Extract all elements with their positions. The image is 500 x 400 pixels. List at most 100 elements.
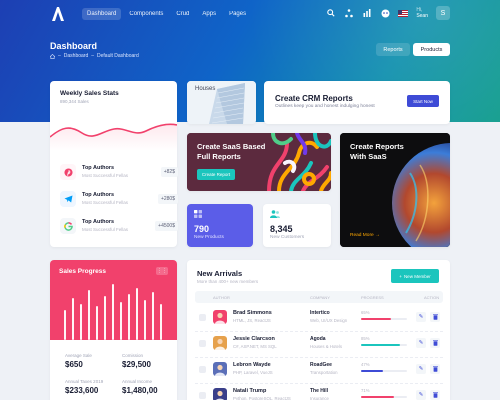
weekly-sales-subtitle: 890,344 Sales bbox=[60, 99, 89, 104]
progress-fill bbox=[361, 318, 391, 320]
table-row[interactable]: Jessie Clarcson C#, ASP.NET, MS SQL Agod… bbox=[195, 332, 443, 358]
company-name: Intertico bbox=[310, 310, 330, 316]
new-products-card[interactable]: 790 New Products bbox=[187, 204, 253, 247]
author-row[interactable]: Top Authors Most Successful Fellas +82$ bbox=[60, 161, 178, 183]
create-report-button[interactable]: Create Report bbox=[197, 169, 235, 180]
stat-value: $233,600 bbox=[65, 386, 99, 395]
stat-label: Average Sale bbox=[65, 353, 92, 358]
progress-fill bbox=[361, 370, 383, 372]
author-subtitle: Most Successful Fellas bbox=[82, 227, 129, 232]
company-name: Agoda bbox=[310, 336, 326, 342]
more-menu-icon[interactable]: ⋮⋮ bbox=[156, 267, 168, 275]
column-action[interactable]: ACTION bbox=[424, 295, 439, 300]
sales-wave-chart bbox=[50, 123, 177, 151]
edit-icon[interactable]: ✎ bbox=[416, 390, 426, 400]
top-icons: Hi, Sean S bbox=[326, 6, 450, 20]
nav-dashboard[interactable]: Dashboard bbox=[82, 8, 122, 20]
table-row[interactable]: Natali Trump Python, PostgreSQL, ReactJS… bbox=[195, 384, 443, 400]
author-name[interactable]: Lebron Wayde bbox=[233, 362, 271, 368]
stat-value: $1,480,00 bbox=[122, 386, 158, 395]
author-name[interactable]: Jessie Clarcson bbox=[233, 336, 275, 342]
author-skills: Python, PostgreSQL, ReactJS bbox=[233, 396, 291, 400]
column-company[interactable]: COMPANY bbox=[310, 295, 330, 300]
sales-progress-title: Sales Progress bbox=[59, 268, 106, 275]
search-icon[interactable] bbox=[326, 8, 336, 18]
column-progress[interactable]: PROGRESS bbox=[361, 295, 384, 300]
column-author[interactable]: AUTHOR bbox=[213, 295, 230, 300]
main-nav: Dashboard Components Crud Apps Pages bbox=[82, 8, 251, 20]
author-value-badge: +82$ bbox=[160, 167, 178, 177]
user-avatar[interactable]: S bbox=[436, 6, 450, 20]
nav-components[interactable]: Components bbox=[124, 8, 168, 20]
new-arrivals-title: New Arrivals bbox=[197, 269, 243, 278]
edit-icon[interactable]: ✎ bbox=[416, 364, 426, 374]
avatar bbox=[213, 388, 227, 400]
avatar bbox=[213, 310, 227, 324]
add-user-icon: + bbox=[399, 273, 402, 279]
breadcrumb-item[interactable]: Dashboard bbox=[64, 53, 88, 59]
table-row[interactable]: Brad Simmons HTML, JS, ReactJS Intertico… bbox=[195, 306, 443, 332]
row-checkbox[interactable] bbox=[199, 366, 206, 373]
company-name: RoadGee bbox=[310, 362, 332, 368]
stat-value: $650 bbox=[65, 360, 83, 369]
quick-actions-icon[interactable] bbox=[344, 8, 354, 18]
user-info[interactable]: Hi, Sean bbox=[416, 7, 428, 19]
users-icon bbox=[270, 210, 280, 218]
company-type: Insurance bbox=[310, 396, 329, 400]
row-checkbox[interactable] bbox=[199, 340, 206, 347]
start-now-button[interactable]: Start Now bbox=[407, 95, 439, 107]
crm-subtitle: Outlines keep you and honest indulging h… bbox=[275, 104, 375, 109]
logo-icon[interactable] bbox=[50, 6, 66, 22]
reports-button[interactable]: Reports bbox=[376, 43, 410, 56]
author-skills: HTML, JS, ReactJS bbox=[233, 318, 271, 323]
progress-fill bbox=[361, 344, 401, 346]
notification-icon[interactable] bbox=[380, 8, 390, 18]
page-title: Dashboard bbox=[50, 41, 98, 51]
chart-icon[interactable] bbox=[362, 8, 372, 18]
new-customers-card[interactable]: 8,345 New Customers bbox=[263, 204, 331, 247]
row-checkbox[interactable] bbox=[199, 314, 206, 321]
author-row[interactable]: Top Authors Most Successful Fellas +280$ bbox=[60, 188, 178, 210]
breadcrumb-item[interactable]: Default Dashboard bbox=[97, 53, 139, 59]
products-button[interactable]: Products bbox=[413, 43, 450, 56]
new-member-button[interactable]: + New Member bbox=[391, 269, 439, 283]
breadcrumb-sep-icon: – bbox=[91, 53, 95, 59]
crm-title: Create CRM Reports bbox=[275, 94, 353, 103]
author-row[interactable]: Top Authors Most Successful Fellas +4500… bbox=[60, 215, 178, 237]
sales-progress-card: Sales Progress ⋮⋮ Average Sale $650 Comi… bbox=[50, 260, 177, 400]
author-name[interactable]: Brad Simmons bbox=[233, 310, 272, 316]
table-row[interactable]: Lebron Wayde PHP, Laravel, VueJS RoadGee… bbox=[195, 358, 443, 384]
top-navbar: Dashboard Components Crud Apps Pages Hi,… bbox=[0, 0, 500, 30]
author-value-badge: +280$ bbox=[157, 194, 178, 204]
author-name: Top Authors bbox=[82, 219, 115, 225]
read-more-link[interactable]: Read More → bbox=[350, 233, 380, 238]
google-icon bbox=[60, 218, 76, 234]
nav-crud[interactable]: Crud bbox=[171, 8, 194, 20]
company-type: Transportation bbox=[310, 370, 338, 375]
nav-pages[interactable]: Pages bbox=[224, 8, 251, 20]
delete-icon[interactable] bbox=[430, 390, 440, 400]
row-checkbox[interactable] bbox=[199, 392, 206, 399]
progress-bar bbox=[361, 344, 407, 346]
progress-percent: 47% bbox=[361, 362, 370, 367]
author-skills: C#, ASP.NET, MS SQL bbox=[233, 344, 277, 349]
author-subtitle: Most Successful Fellas bbox=[82, 200, 129, 205]
edit-icon[interactable]: ✎ bbox=[416, 312, 426, 322]
edit-icon[interactable]: ✎ bbox=[416, 338, 426, 348]
delete-icon[interactable] bbox=[430, 364, 440, 374]
progress-percent: 65% bbox=[361, 310, 370, 315]
saas-title: Create SaaS Based Full Reports bbox=[197, 142, 266, 161]
progress-bar bbox=[361, 396, 407, 398]
houses-card[interactable]: Houses bbox=[187, 81, 256, 124]
company-type: Web, UI/UX Design bbox=[310, 318, 348, 323]
home-icon[interactable] bbox=[50, 53, 55, 59]
delete-icon[interactable] bbox=[430, 312, 440, 322]
company-name: The Hill bbox=[310, 388, 329, 394]
author-name[interactable]: Natali Trump bbox=[233, 388, 266, 394]
delete-icon[interactable] bbox=[430, 338, 440, 348]
us-flag-icon[interactable] bbox=[398, 9, 409, 17]
nav-apps[interactable]: Apps bbox=[197, 8, 221, 20]
avatar bbox=[213, 336, 227, 350]
progress-fill bbox=[361, 396, 394, 398]
annual-taxes-stat: Annual Taxes 2019 $233,600 bbox=[65, 379, 115, 395]
